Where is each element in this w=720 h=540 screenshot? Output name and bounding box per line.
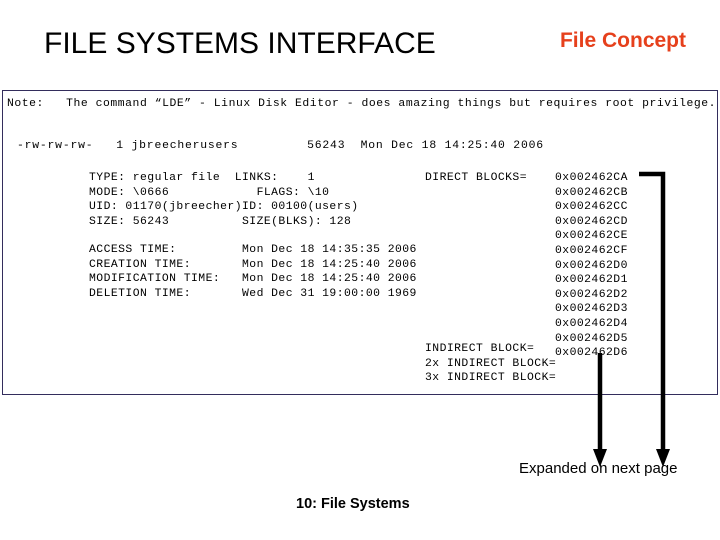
block-address-list: 0x002462CA 0x002462CB 0x002462CC 0x00246… xyxy=(555,172,628,360)
slide-footer-label: 10: File Systems xyxy=(296,496,410,512)
indirect-blocks-labels: INDIRECT BLOCK= 2x INDIRECT BLOCK= 3x IN… xyxy=(425,343,557,385)
inode-timestamps-block: ACCESS TIME: Mon Dec 18 14:35:35 2006 CR… xyxy=(89,244,417,300)
direct-blocks-label: DIRECT BLOCKS= xyxy=(425,172,527,184)
inode-attributes-block: TYPE: regular file LINKS: 1 MODE: \0666 … xyxy=(89,172,359,228)
page-title: FILE SYSTEMS INTERFACE xyxy=(44,27,436,60)
note-line: Note: The command “LDE” - Linux Disk Edi… xyxy=(7,98,717,110)
terminal-output-box: Note: The command “LDE” - Linux Disk Edi… xyxy=(2,90,718,395)
file-listing-line: -rw-rw-rw- 1 jbreecherusers 56243 Mon De… xyxy=(17,140,544,152)
slide-subtitle: File Concept xyxy=(559,29,686,52)
expanded-next-page-note: Expanded on next page xyxy=(519,460,678,477)
